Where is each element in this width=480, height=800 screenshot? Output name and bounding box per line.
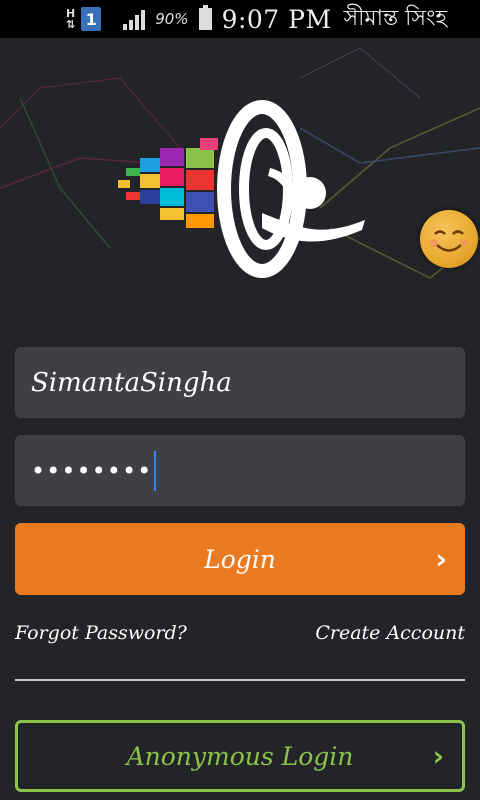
anonymous-login-label: Anonymous Login [126,741,354,771]
battery-percent: 90% [155,10,189,28]
battery-icon [198,5,212,30]
password-field[interactable]: •••••••• [15,435,465,506]
status-indicators: H ⇅ 1 90% 9:07 PM সীমান্ত সিংহ [66,1,447,38]
operator-name: সীমান্ত সিংহ [343,5,448,31]
text-caret [154,450,157,491]
password-value: •••••••• [31,456,153,485]
username-field[interactable]: SimantaSingha [15,347,465,418]
username-value: SimantaSingha [31,367,232,398]
create-account-link[interactable]: Create Account [315,622,465,644]
app-logo [118,100,365,278]
logo-area [0,38,480,308]
chevron-right-icon: › [432,739,444,773]
sim-slot-badge: 1 [81,7,102,31]
login-button-label: Login [204,544,276,574]
smiley-emoji-icon [420,210,478,268]
auth-links: Forgot Password? Create Account [15,622,465,652]
forgot-password-link[interactable]: Forgot Password? [15,622,187,644]
chevron-right-icon: › [435,542,447,576]
signal-icon [123,8,146,30]
status-bar: H ⇅ 1 90% 9:07 PM সীমান্ত সিংহ [0,0,480,38]
anonymous-login-button[interactable]: Anonymous Login › [15,720,465,792]
network-type-icon: H ⇅ [66,7,76,31]
login-button[interactable]: Login › [15,523,465,595]
clock: 9:07 PM [221,4,332,34]
divider [15,679,465,681]
